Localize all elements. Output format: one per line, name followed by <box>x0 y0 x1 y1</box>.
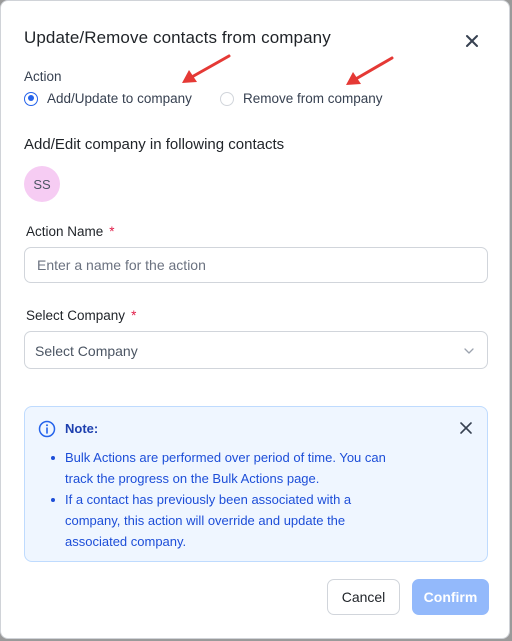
select-company-label-text: Select Company <box>26 308 126 323</box>
close-icon[interactable] <box>461 30 483 52</box>
select-company-label: Select Company * <box>26 308 136 323</box>
note-alert: Note: Bulk Actions are performed over pe… <box>24 406 488 562</box>
action-name-label: Action Name * <box>26 224 115 239</box>
close-icon[interactable] <box>459 421 473 435</box>
info-icon <box>38 420 56 438</box>
contacts-heading: Add/Edit company in following contacts <box>24 136 285 153</box>
action-name-input[interactable] <box>24 247 488 283</box>
note-title: Note: <box>65 421 99 436</box>
radio-remove-control[interactable] <box>220 91 234 106</box>
dialog-title: Update/Remove contacts from company <box>24 28 331 47</box>
note-item: If a contact has previously been associa… <box>51 489 405 552</box>
required-mark: * <box>109 224 115 239</box>
avatar: SS <box>24 166 60 202</box>
radio-add-update[interactable]: Add/Update to company <box>24 91 192 106</box>
note-list: Bulk Actions are performed over period o… <box>51 447 405 552</box>
radio-add-update-control[interactable] <box>24 91 38 106</box>
note-item: Bulk Actions are performed over period o… <box>51 447 405 489</box>
select-company-value: Select Company <box>35 343 138 359</box>
radio-remove-label: Remove from company <box>243 91 383 106</box>
select-company-dropdown[interactable]: Select Company <box>24 331 488 369</box>
cancel-button[interactable]: Cancel <box>327 579 400 615</box>
radio-add-update-label: Add/Update to company <box>47 91 192 106</box>
chevron-down-icon <box>464 348 474 354</box>
update-remove-contacts-dialog: Update/Remove contacts from company Acti… <box>0 0 510 639</box>
action-label: Action <box>24 69 62 84</box>
action-name-label-text: Action Name <box>26 224 104 239</box>
confirm-button[interactable]: Confirm <box>412 579 489 615</box>
radio-remove[interactable]: Remove from company <box>220 91 383 106</box>
required-mark: * <box>131 308 137 323</box>
